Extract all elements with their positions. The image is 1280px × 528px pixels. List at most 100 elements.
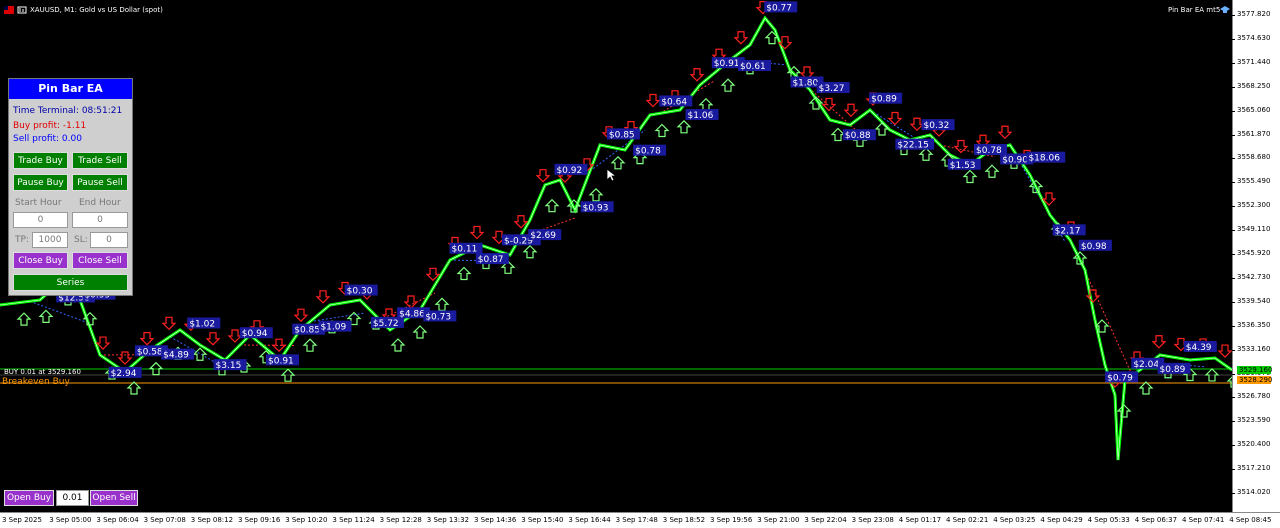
profit-label: $0.89 (871, 95, 897, 105)
time-tick: 3 Sep 11:24 (332, 516, 374, 524)
sell-arrow-icon (163, 317, 175, 329)
buy-arrow-icon (18, 313, 30, 325)
price-tick: 3514.020 (1237, 488, 1270, 496)
profit-label: $0.91 (268, 356, 294, 366)
sell-arrow-icon (691, 69, 703, 81)
profit-label: $4.86 (399, 309, 425, 319)
time-axis[interactable]: 3 Sep 20253 Sep 05:003 Sep 06:043 Sep 07… (0, 512, 1280, 528)
time-tick: 4 Sep 06:37 (1135, 516, 1177, 524)
sell-arrow-icon (735, 32, 747, 44)
price-axis[interactable]: 3577.8203574.6303571.4403568.2503565.060… (1232, 0, 1280, 512)
buy-arrow-icon (524, 246, 536, 258)
series-button[interactable]: Series (13, 274, 128, 291)
panel-title[interactable]: Pin Bar EA (9, 79, 132, 99)
profit-label: $0.94 (242, 329, 268, 339)
profit-label: $1.02 (189, 320, 215, 330)
time-tick: 4 Sep 01:17 (899, 516, 941, 524)
time-tick: 3 Sep 09:16 (238, 516, 280, 524)
price-level-box: 3529.160 (1237, 366, 1271, 374)
sell-arrow-icon (119, 352, 131, 364)
sell-arrow-icon (537, 170, 549, 182)
buy-arrow-icon (546, 200, 558, 212)
buy-arrow-icon (700, 99, 712, 111)
price-tick: 3571.440 (1237, 58, 1270, 66)
buy-arrow-icon (722, 79, 734, 91)
profit-label: $0.11 (452, 245, 478, 255)
buy-arrow-icon (436, 298, 448, 310)
tp-input[interactable]: 1000 (32, 232, 68, 248)
trade-link-line (240, 345, 295, 346)
time-tick: 3 Sep 12:28 (380, 516, 422, 524)
chart-icon (17, 6, 27, 16)
price-tick: 3552.300 (1237, 201, 1270, 209)
end-hour-input[interactable]: 0 (72, 212, 128, 228)
buy-arrow-icon (128, 382, 140, 394)
time-tick: 3 Sep 2025 (2, 516, 42, 524)
start-hour-input[interactable]: 0 (13, 212, 68, 228)
trade-link-line (1080, 260, 1135, 381)
chart-canvas[interactable]: $1.23$12.58$0.99$2.94$0.58$4.89$1.02$3.1… (0, 0, 1232, 512)
pause-buy-button[interactable]: Pause Buy (13, 174, 68, 191)
sell-arrow-icon (295, 309, 307, 321)
close-sell-button[interactable]: Close Sell (72, 252, 128, 269)
price-chart[interactable]: $1.23$12.58$0.99$2.94$0.58$4.89$1.02$3.1… (0, 0, 1232, 512)
profit-label: $0.58 (137, 347, 163, 357)
profit-label: $4.89 (163, 351, 189, 361)
position-line-label[interactable]: BUY 0.01 at 3529.160 (4, 368, 81, 376)
ea-tag[interactable]: Pin Bar EA mt5 (1168, 6, 1220, 14)
cursor-icon (606, 168, 618, 185)
lot-input[interactable]: 0.01 (56, 490, 89, 506)
time-tick: 3 Sep 22:04 (804, 516, 846, 524)
time-tick: 3 Sep 08:12 (191, 516, 233, 524)
profit-label: $1.09 (320, 323, 346, 333)
time-tick: 3 Sep 10:20 (285, 516, 327, 524)
time-tick: 3 Sep 19:56 (710, 516, 752, 524)
price-level-box: 3528.290 (1237, 376, 1271, 384)
symbol-title: XAUUSD, M1: Gold vs US Dollar (spot) (30, 6, 163, 14)
trade-buy-button[interactable]: Trade Buy (13, 152, 68, 169)
price-tick: 3561.870 (1237, 130, 1270, 138)
price-tick: 3577.820 (1237, 10, 1270, 18)
sell-arrow-icon (97, 337, 109, 349)
open-buy-button[interactable]: Open Buy (4, 490, 54, 506)
profit-label: $0.98 (1081, 242, 1107, 252)
open-sell-button[interactable]: Open Sell (90, 490, 138, 506)
time-tick: 4 Sep 03:25 (993, 516, 1035, 524)
buy-arrow-icon (414, 326, 426, 338)
ea-panel[interactable]: Pin Bar EA Time Terminal: 08:51:21 Buy p… (8, 78, 133, 296)
price-series-wicks (0, 18, 1232, 460)
profit-label: $0.92 (556, 166, 582, 176)
profit-label: $0.85 (609, 130, 635, 140)
time-tick: 3 Sep 14:36 (474, 516, 516, 524)
time-tick: 3 Sep 16:44 (568, 516, 610, 524)
profit-label: $0.32 (924, 121, 950, 131)
sl-input[interactable]: 0 (90, 232, 128, 248)
profit-label: $0.87 (478, 255, 504, 265)
trade-sell-button[interactable]: Trade Sell (72, 152, 128, 169)
tp-label: TP: (15, 235, 29, 245)
profit-label: $0.85 (294, 326, 320, 336)
price-tick: 3555.490 (1237, 177, 1270, 185)
time-terminal: Time Terminal: 08:51:21 (13, 106, 122, 116)
buy-arrow-icon (832, 129, 844, 141)
sell-arrow-icon (141, 333, 153, 345)
profit-label: $0.64 (661, 97, 687, 107)
price-tick: 3539.540 (1237, 297, 1270, 305)
profit-label: $3.15 (216, 361, 242, 371)
profit-label: $0.93 (583, 203, 609, 213)
sell-arrow-icon (471, 227, 483, 239)
profit-label: $1.06 (688, 111, 714, 121)
sell-profit: Sell profit: 0.00 (13, 134, 82, 144)
price-tick: 3568.250 (1237, 82, 1270, 90)
end-hour-label: End Hour (79, 198, 121, 208)
buy-profit: Buy profit: -1.11 (13, 121, 86, 131)
pause-sell-button[interactable]: Pause Sell (72, 174, 128, 191)
buy-arrow-icon (986, 165, 998, 177)
time-tick: 4 Sep 02:21 (946, 516, 988, 524)
time-tick: 4 Sep 07:41 (1182, 516, 1224, 524)
profit-label: $0.78 (635, 147, 661, 157)
time-tick: 3 Sep 15:40 (521, 516, 563, 524)
profit-label: $0.91 (714, 59, 740, 69)
close-buy-button[interactable]: Close Buy (13, 252, 68, 269)
buy-arrow-icon (40, 310, 52, 322)
